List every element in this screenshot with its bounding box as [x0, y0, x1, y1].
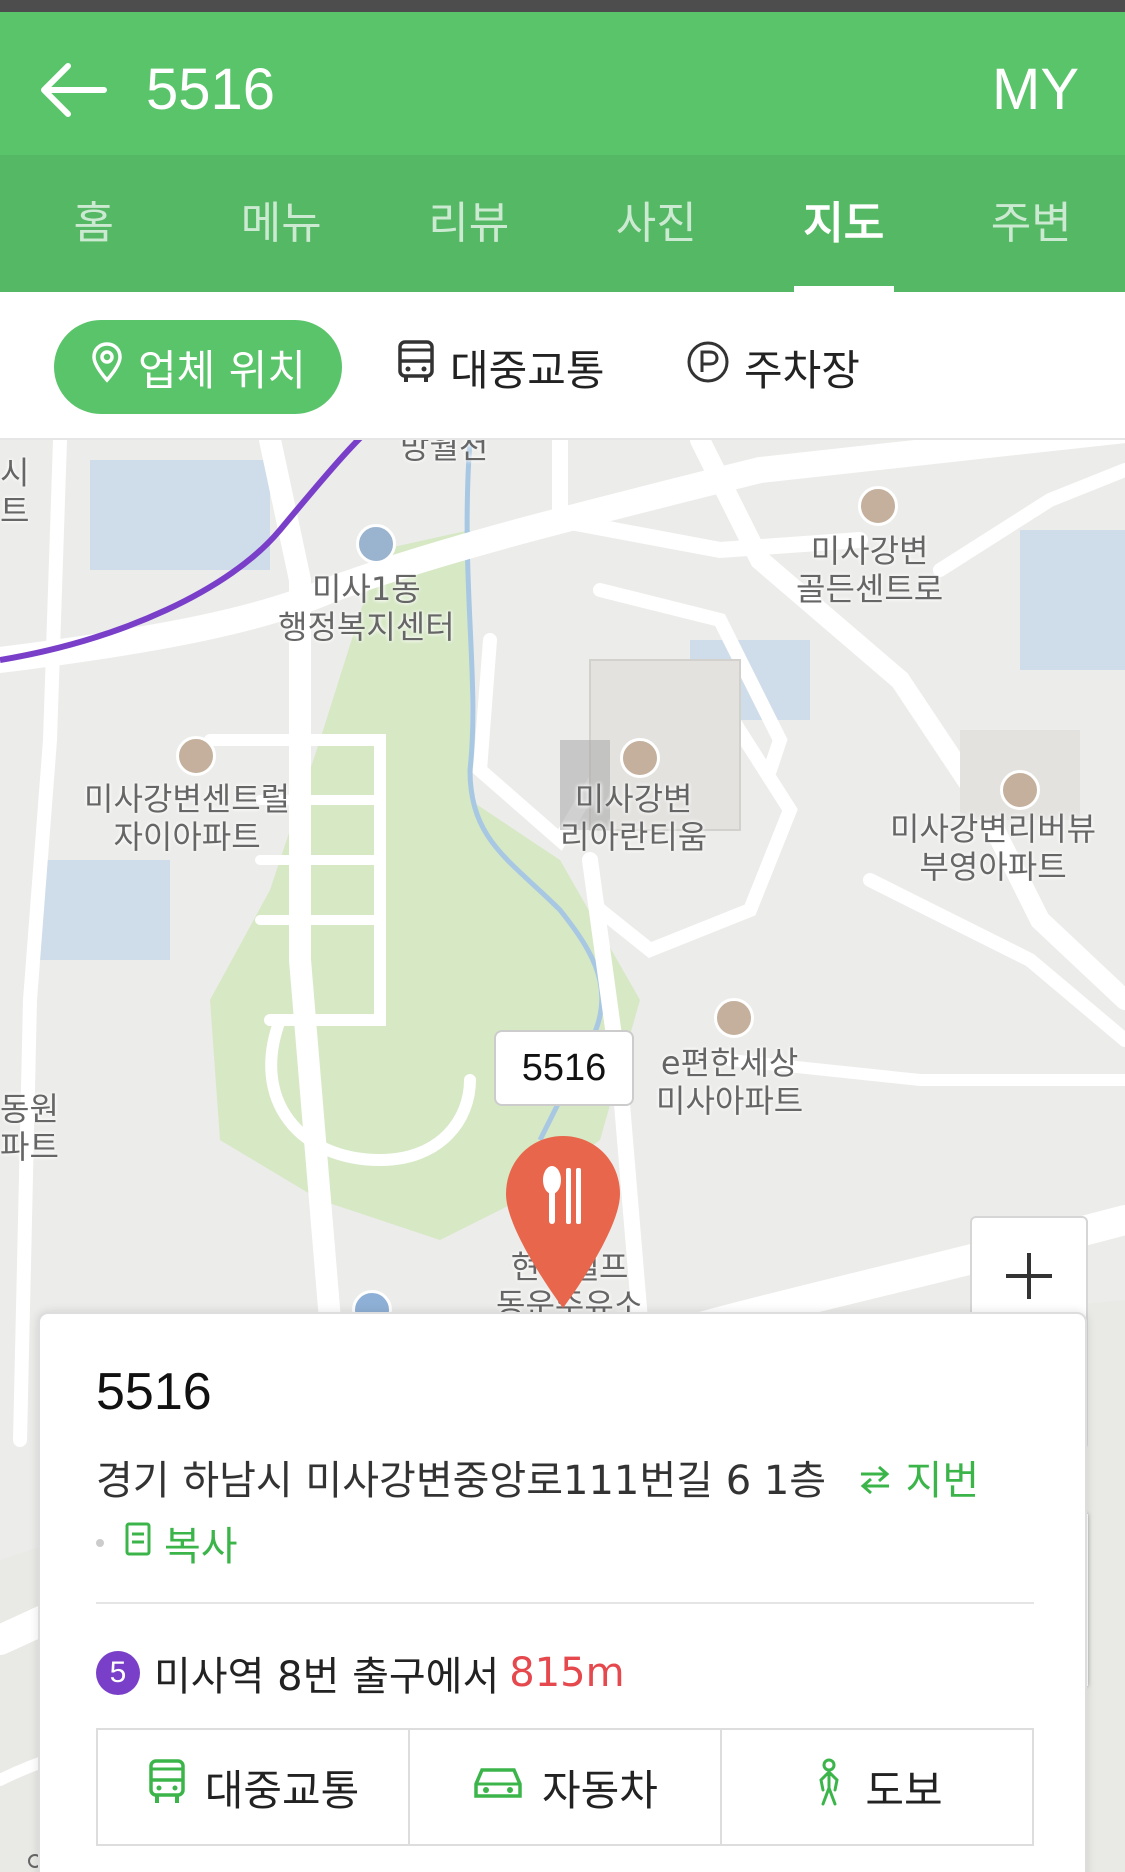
map-filter-bar: 업체 위치 대중교통 주차장 — [0, 292, 1125, 440]
apartment-poi-icon[interactable] — [620, 738, 660, 778]
plus-icon — [1006, 1253, 1052, 1299]
jibun-label: 지번 — [905, 1458, 980, 1504]
route-options: 대중교통 자동차 도보 — [96, 1728, 1034, 1846]
page-title: 5516 — [146, 57, 276, 122]
public-transit-label: 대중교통 — [450, 345, 605, 395]
copy-icon — [124, 1518, 154, 1568]
map-label-arantium: 미사강변 리아란티움 — [560, 780, 708, 856]
place-callout[interactable]: 5516 — [494, 1030, 634, 1106]
tab-map[interactable]: 지도 — [750, 155, 938, 292]
map-label-stream: 망월천 — [400, 440, 489, 466]
tab-bar: 홈 메뉴 리뷰 사진 지도 주변 — [0, 155, 1125, 292]
back-arrow-icon[interactable] — [38, 60, 108, 120]
parking-chip[interactable]: 주차장 — [686, 320, 860, 414]
route-walk-button[interactable]: 도보 — [720, 1730, 1032, 1844]
tab-review[interactable]: 리뷰 — [375, 155, 563, 292]
map-label-e-pyeonhan: e편한세상 미사아파트 — [656, 1044, 804, 1120]
apartment-poi-icon[interactable] — [714, 998, 754, 1038]
route-transit-button[interactable]: 대중교통 — [98, 1730, 408, 1844]
map-label-riverview: 미사강변리버뷰 부영아파트 — [890, 810, 1097, 886]
map-label-golden-centro: 미사강변 골든센트로 — [796, 532, 944, 608]
nearest-station-row: 5 미사역 8번 출구에서 815m — [96, 1644, 625, 1702]
copy-address-button[interactable]: 복사 — [96, 1514, 238, 1572]
tab-menu[interactable]: 메뉴 — [188, 155, 376, 292]
map-label-central-xi: 미사강변센트럴 자이아파트 — [84, 780, 291, 856]
place-address-row: 경기 하남시 미사강변중앙로111번길 6 1층 지번 — [96, 1448, 979, 1506]
bus-icon — [147, 1758, 187, 1816]
divider — [96, 1602, 1034, 1604]
station-distance: 815m — [509, 1650, 625, 1696]
swap-arrows-icon — [857, 1460, 893, 1506]
walking-person-icon — [811, 1758, 847, 1816]
public-transit-chip[interactable]: 대중교통 — [396, 320, 605, 414]
place-name: 5516 — [96, 1363, 212, 1421]
tab-nearby[interactable]: 주변 — [938, 155, 1125, 292]
route-car-label: 자동차 — [542, 1765, 658, 1815]
station-text: 미사역 8번 출구에서 — [154, 1654, 500, 1700]
apartment-poi-icon[interactable] — [858, 486, 898, 526]
map-label-community-center: 미사1동 행정복지센터 — [278, 570, 455, 646]
place-info-card: 5516 경기 하남시 미사강변중앙로111번길 6 1층 지번 복사 5 미사… — [38, 1312, 1087, 1872]
parking-label: 주차장 — [744, 345, 860, 395]
parking-icon — [686, 340, 730, 394]
route-walk-label: 도보 — [865, 1765, 943, 1815]
apartment-poi-icon[interactable] — [1000, 770, 1040, 810]
business-location-chip[interactable]: 업체 위치 — [54, 320, 342, 414]
place-address: 경기 하남시 미사강변중앙로111번길 6 1층 — [96, 1458, 827, 1504]
tab-home[interactable]: 홈 — [0, 155, 188, 292]
public-office-poi-icon[interactable] — [356, 524, 396, 564]
restaurant-pin-icon[interactable] — [500, 1132, 626, 1316]
my-button[interactable]: MY — [992, 56, 1079, 123]
location-pin-icon — [90, 341, 124, 393]
map-label-edge: 시 트 — [0, 454, 30, 530]
apartment-poi-icon[interactable] — [176, 736, 216, 776]
route-car-button[interactable]: 자동차 — [408, 1730, 720, 1844]
separator-dot — [96, 1539, 104, 1547]
tab-photo[interactable]: 사진 — [563, 155, 751, 292]
car-icon — [472, 1762, 524, 1812]
subway-line-badge: 5 — [96, 1651, 140, 1695]
route-transit-label: 대중교통 — [204, 1765, 360, 1815]
jibun-toggle[interactable]: 지번 — [857, 1458, 979, 1504]
copy-label: 복사 — [164, 1524, 238, 1570]
map-label-edge: 동원 파트 — [0, 1090, 59, 1166]
bus-icon — [396, 339, 436, 395]
top-app-bar: 5516 MY — [0, 0, 1125, 155]
business-location-label: 업체 위치 — [138, 345, 306, 395]
